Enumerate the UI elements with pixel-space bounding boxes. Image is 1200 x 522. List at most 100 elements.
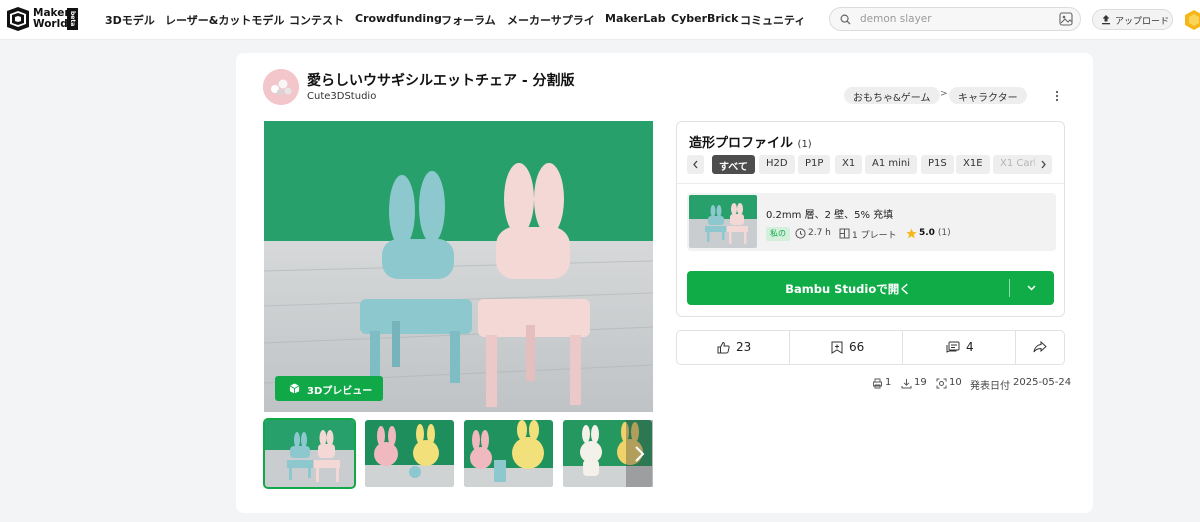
scan-box-icon — [936, 378, 947, 389]
print-profile-heading: 造形プロファイル (1) — [689, 132, 812, 151]
image-search-icon[interactable] — [1059, 12, 1073, 26]
profile-rating: 5.0 (1) — [906, 227, 956, 241]
gallery-thumbnail-2[interactable] — [365, 420, 454, 487]
makerworld-logo[interactable]: Maker World beta — [6, 7, 78, 33]
publish-date-value: 2025-05-24 — [1013, 377, 1072, 388]
download-count-stat: 19 — [901, 377, 936, 391]
printer-filter-p1s[interactable]: P1S — [921, 155, 954, 174]
publish-date-label: 発表日付 — [970, 381, 1010, 392]
share-icon — [1033, 341, 1047, 353]
profile-thumbnail — [689, 195, 757, 248]
printer-filter-a1-mini[interactable]: A1 mini — [865, 155, 918, 174]
points-coin-icon[interactable] — [1184, 9, 1200, 31]
thumbnail-chairs-image — [265, 420, 354, 487]
print-profile-heading-text: 造形プロファイル — [689, 136, 794, 151]
open-in-bambu-studio-button[interactable]: Bambu Studioで開く — [687, 271, 1054, 305]
main-model-photo[interactable] — [264, 121, 653, 412]
gallery-thumbnail-3[interactable] — [464, 420, 553, 487]
plate-icon — [839, 228, 850, 239]
upload-label: アップロード — [1115, 17, 1170, 27]
nav-cyberbrick[interactable]: CyberBrick — [671, 12, 738, 25]
nav-makerlab[interactable]: MakerLab — [605, 12, 666, 25]
breadcrumb-character[interactable]: キャラクター — [949, 87, 1027, 104]
comment-button[interactable]: 4 — [903, 331, 1015, 364]
bunny-chairs-photo — [264, 121, 653, 412]
thumbs-up-icon — [717, 341, 730, 354]
plate-count: 1 プレート — [839, 227, 899, 241]
printer-filter-next-button[interactable] — [1035, 155, 1052, 174]
mine-badge: 私の — [766, 227, 790, 241]
logo-wordmark: Maker World — [33, 8, 70, 30]
nav-crowdfunding[interactable]: Crowdfunding — [355, 12, 442, 25]
chevron-left-icon — [693, 160, 698, 169]
nav-forum[interactable]: フォーラム — [441, 12, 496, 28]
search-icon[interactable] — [840, 14, 851, 25]
author-avatar[interactable] — [263, 69, 299, 105]
3d-preview-button[interactable]: 3Dプレビュー — [275, 376, 383, 401]
print-profile-item[interactable]: 0.2mm 層、2 壁、5% 充填 私の 2.7 h 1 プレート 5.0 (1… — [687, 193, 1056, 251]
plate-count-value: 1 プレート — [852, 231, 897, 241]
collect-button[interactable]: 66 — [790, 331, 902, 364]
chevron-right-small-icon — [1041, 160, 1046, 169]
nav-laser-cut-models[interactable]: レーザー&カットモデル — [165, 12, 284, 28]
download-icon — [901, 379, 912, 389]
printer-filter-x1[interactable]: X1 — [835, 155, 863, 174]
print-count-value: 1 — [885, 377, 892, 388]
rating-count: (1) — [937, 228, 951, 238]
thumbnail-plush-image — [365, 420, 454, 487]
printer-filter-p1p[interactable]: P1P — [798, 155, 831, 174]
gallery-thumbnail-1[interactable] — [263, 418, 356, 489]
rating-value: 5.0 — [919, 228, 935, 238]
3d-preview-label: 3Dプレビュー — [307, 386, 373, 397]
make-count-stat: 10 — [936, 377, 971, 391]
printer-filter-x1-carbon[interactable]: X1 Carb — [993, 155, 1039, 174]
share-button[interactable] — [1016, 331, 1064, 364]
breadcrumb-toys-games[interactable]: おもちゃ&ゲーム — [844, 87, 940, 104]
more-options-icon[interactable] — [1052, 89, 1062, 103]
print-profile-panel: 造形プロファイル (1) すべて H2D P1P X1 A1 mini P1S … — [676, 121, 1065, 317]
cube-icon — [289, 383, 300, 394]
nav-3d-models[interactable]: 3Dモデル — [105, 12, 155, 28]
upload-icon — [1102, 15, 1110, 25]
printer-filter-all[interactable]: すべて — [712, 155, 755, 174]
profile-spec: 0.2mm 層、2 壁、5% 充填 — [766, 210, 894, 221]
breadcrumb-separator: > — [940, 89, 948, 99]
print-time: 2.7 h — [795, 227, 835, 241]
profile-divider — [677, 183, 1064, 184]
printer-filter-h2d[interactable]: H2D — [759, 155, 795, 174]
chevron-down-icon[interactable] — [1027, 285, 1036, 291]
model-title: 愛らしいウサギシルエットチェア - 分割版 — [307, 73, 575, 89]
upload-button[interactable]: アップロード — [1092, 9, 1173, 30]
star-icon — [906, 228, 917, 239]
comment-count: 4 — [966, 340, 974, 354]
makerworld-logo-icon — [6, 7, 30, 31]
bookmark-add-icon — [831, 341, 843, 354]
thumbnail-plush-chair-image — [464, 420, 553, 487]
print-count-stat: 1 — [872, 377, 902, 391]
open-in-bambu-studio-label: Bambu Studioで開く — [785, 282, 911, 296]
model-detail-card: 愛らしいウサギシルエットチェア - 分割版 Cute3DStudio おもちゃ&… — [236, 53, 1093, 513]
button-split-divider — [1009, 279, 1010, 297]
publish-date-stat: 発表日付 2025-05-24 — [970, 377, 1071, 392]
nav-maker-supply[interactable]: メーカーサプライ — [507, 12, 595, 28]
printer-filter-prev-button[interactable] — [687, 155, 704, 174]
logo-line-2: World — [33, 18, 68, 30]
profile-thumbnail-image — [689, 195, 757, 248]
top-navigation-bar: Maker World beta 3Dモデル レーザー&カットモデル コンテスト… — [0, 0, 1200, 40]
nav-community[interactable]: コミュニティ — [740, 12, 805, 28]
like-count: 23 — [736, 340, 752, 354]
print-time-value: 2.7 h — [808, 228, 831, 238]
collect-count: 66 — [849, 340, 865, 354]
nav-contests[interactable]: コンテスト — [289, 12, 344, 28]
author-name[interactable]: Cute3DStudio — [307, 91, 376, 102]
search-input[interactable] — [860, 11, 1050, 27]
action-bar: 23 66 4 — [676, 330, 1065, 365]
comment-icon — [946, 341, 960, 353]
download-count-value: 19 — [914, 377, 927, 388]
like-button[interactable]: 23 — [677, 331, 789, 364]
chevron-right-icon — [635, 446, 645, 462]
printer-filter-x1e[interactable]: X1E — [956, 155, 990, 174]
gallery-next-button[interactable] — [626, 420, 653, 487]
beta-badge: beta — [67, 8, 78, 30]
clock-icon — [795, 228, 806, 239]
